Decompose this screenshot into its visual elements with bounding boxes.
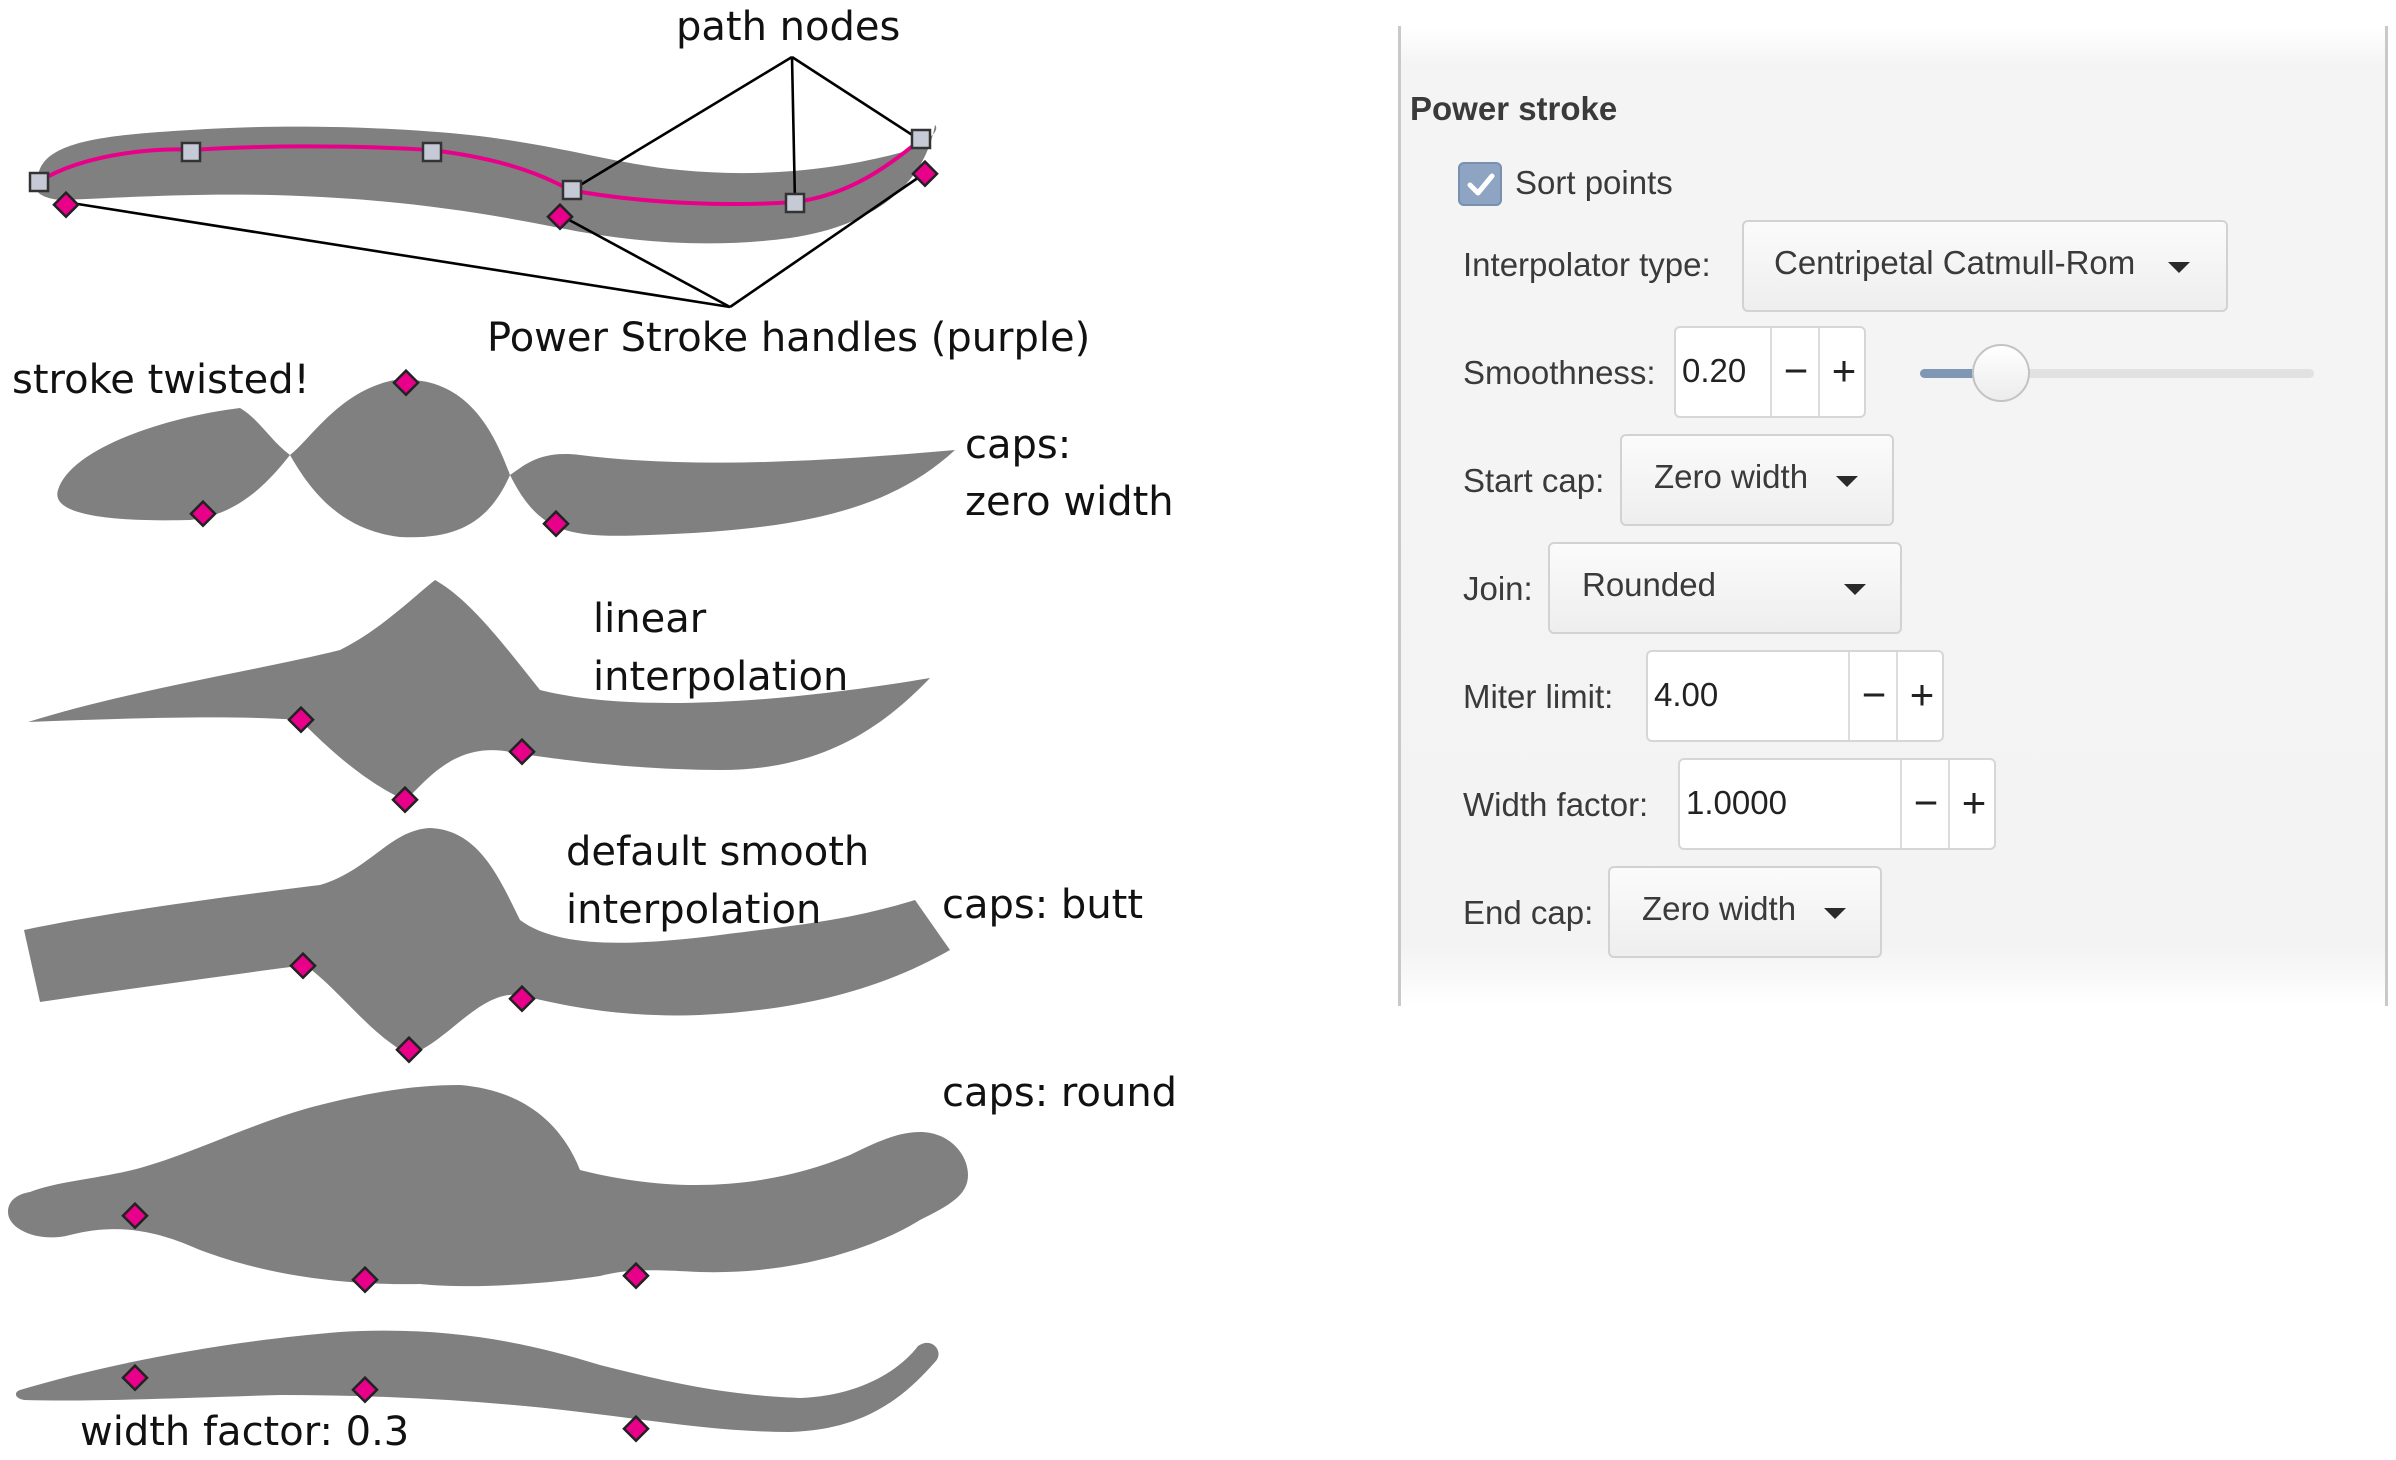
miter-limit-decrement-button[interactable]: −	[1848, 652, 1898, 740]
label-width-factor: width factor: 0.3	[80, 1409, 409, 1455]
example-twisted: stroke twisted! caps: zero width	[12, 357, 1174, 538]
end-cap-value: Zero width	[1642, 890, 1797, 927]
power-stroke-illustration: path nodes Power Stroke handles (purple)…	[8, 4, 1177, 1455]
panel-title: Power stroke	[1410, 90, 1618, 127]
end-cap-label: End cap:	[1463, 894, 1594, 931]
path-node	[561, 179, 583, 201]
width-factor-value[interactable]: 1.0000	[1686, 784, 1787, 822]
label-linear-1: linear	[593, 596, 707, 642]
path-node	[28, 171, 50, 193]
path-node	[180, 141, 202, 163]
caret-down-icon	[2168, 262, 2190, 273]
sort-points-checkbox[interactable]	[1458, 162, 1502, 206]
example-smooth: default smooth interpolation caps: butt	[24, 828, 1143, 1064]
smoothness-label: Smoothness:	[1463, 354, 1656, 391]
miter-limit-spinbox[interactable]: 4.00 − +	[1646, 650, 1944, 742]
start-cap-label: Start cap:	[1463, 462, 1605, 499]
join-label: Join:	[1463, 570, 1533, 607]
example-linear: linear interpolation	[28, 580, 930, 814]
stroke-shape-1	[35, 125, 937, 244]
label-smooth-2: interpolation	[566, 887, 821, 933]
caret-down-icon	[1836, 476, 1858, 487]
miter-limit-value[interactable]: 4.00	[1654, 676, 1718, 714]
width-factor-label: Width factor:	[1463, 786, 1649, 823]
width-factor-spinbox[interactable]: 1.0000 − +	[1678, 758, 1996, 850]
label-handles: Power Stroke handles (purple)	[487, 315, 1090, 361]
join-dropdown[interactable]: Rounded	[1548, 542, 1902, 634]
width-factor-decrement-button[interactable]: −	[1900, 760, 1950, 848]
start-cap-value: Zero width	[1654, 458, 1809, 495]
label-caps-butt: caps: butt	[942, 882, 1143, 928]
example-path-nodes: path nodes Power Stroke handles (purple)	[28, 4, 1090, 361]
join-value: Rounded	[1582, 566, 1716, 603]
caret-down-icon	[1824, 908, 1846, 919]
path-node	[421, 141, 443, 163]
example-round: caps: round	[8, 1070, 1177, 1294]
smoothness-decrement-button[interactable]: −	[1770, 328, 1820, 416]
miter-limit-label: Miter limit:	[1463, 678, 1614, 715]
caret-down-icon	[1844, 584, 1866, 595]
power-stroke-handle	[622, 1414, 650, 1443]
label-linear-2: interpolation	[593, 654, 848, 700]
interpolator-type-dropdown[interactable]: Centripetal Catmull-Rom	[1742, 220, 2228, 312]
smoothness-value[interactable]: 0.20	[1682, 352, 1746, 390]
interpolator-type-label: Interpolator type:	[1463, 246, 1711, 283]
label-caps-zero-2: zero width	[965, 479, 1174, 525]
label-smooth-1: default smooth	[566, 829, 869, 875]
example-width-factor: width factor: 0.3	[15, 1330, 939, 1455]
path-node	[910, 128, 932, 150]
miter-limit-increment-button[interactable]: +	[1896, 652, 1946, 740]
check-icon	[1467, 173, 1495, 196]
label-twisted: stroke twisted!	[12, 357, 310, 403]
sort-points-label[interactable]: Sort points	[1515, 164, 1673, 202]
path-node	[784, 192, 806, 214]
smoothness-spinbox[interactable]: 0.20 − +	[1674, 326, 1866, 418]
end-cap-dropdown[interactable]: Zero width	[1608, 866, 1882, 958]
start-cap-dropdown[interactable]: Zero width	[1620, 434, 1894, 526]
interpolator-type-value: Centripetal Catmull-Rom	[1774, 244, 2136, 281]
stroke-shape-5	[8, 1085, 968, 1287]
smoothness-increment-button[interactable]: +	[1818, 328, 1868, 416]
label-caps-zero-1: caps:	[965, 422, 1071, 468]
smoothness-slider-handle[interactable]	[1972, 344, 2030, 402]
label-path-nodes: path nodes	[676, 4, 900, 50]
width-factor-increment-button[interactable]: +	[1948, 760, 1998, 848]
label-caps-round: caps: round	[942, 1070, 1177, 1116]
